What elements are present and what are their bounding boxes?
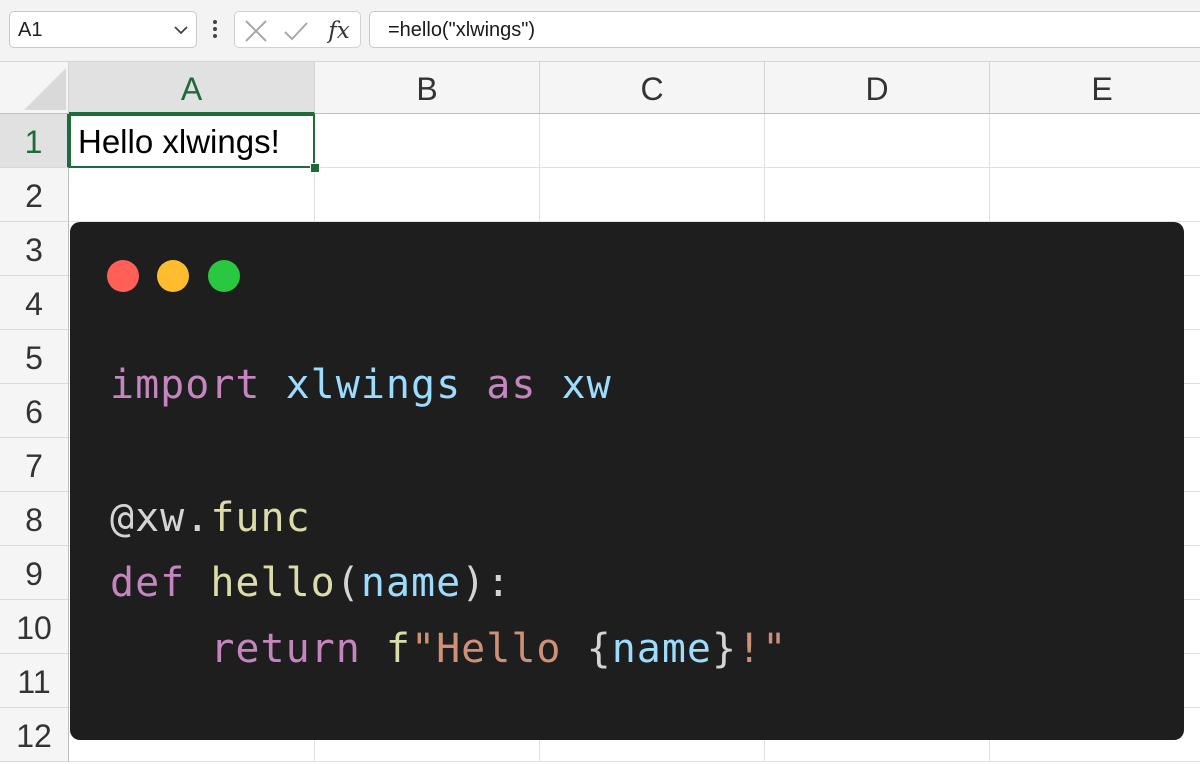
row-header-7[interactable]: 7 [0, 438, 69, 492]
code-token: import [110, 362, 261, 408]
window-close-dot [107, 260, 139, 292]
formula-value: =hello("xlwings") [388, 19, 536, 41]
formula-buttons: fx [234, 11, 361, 48]
code-token: "Hello [411, 626, 587, 672]
grid-cell[interactable] [765, 168, 990, 222]
window-maximize-dot [208, 260, 240, 292]
row-header-1[interactable]: 1 [0, 114, 69, 168]
code-token: } [712, 626, 738, 672]
column-header-b[interactable]: B [315, 62, 540, 114]
column-header-a[interactable]: A [69, 62, 315, 114]
formula-bar: A1 fx =hello("xlwings") [0, 0, 1200, 62]
more-options-icon[interactable] [206, 14, 224, 44]
grid-cell[interactable] [765, 114, 990, 168]
row-header-5[interactable]: 5 [0, 330, 69, 384]
check-icon[interactable] [283, 18, 309, 44]
code-token: func [210, 495, 311, 541]
code-line: import xlwings as xw [110, 362, 612, 408]
code-token: as [486, 362, 537, 408]
row-header-3[interactable]: 3 [0, 222, 69, 276]
cancel-icon[interactable] [243, 18, 269, 44]
window-minimize-dot [157, 260, 189, 292]
row-header-11[interactable]: 11 [0, 654, 69, 708]
code-line: def hello(name): [110, 560, 511, 606]
code-token: name [360, 560, 462, 606]
grid-cell[interactable] [69, 168, 315, 222]
code-line: return f"Hello {name}!" [110, 626, 787, 672]
code-token: ( [335, 560, 361, 606]
code-token: !" [737, 626, 788, 672]
insert-function-icon[interactable]: fx [323, 16, 355, 46]
formula-input[interactable]: =hello("xlwings") [369, 11, 1200, 48]
name-box-value: A1 [18, 19, 43, 41]
code-token: name [611, 626, 713, 672]
column-header-d[interactable]: D [765, 62, 990, 114]
code-token: f [385, 626, 412, 672]
code-token: xlwings [285, 362, 462, 408]
code-line: @xw.func [110, 495, 311, 541]
code-token: ): [461, 560, 512, 606]
code-token: return [210, 626, 361, 672]
row-header-10[interactable]: 10 [0, 600, 69, 654]
row-header-12[interactable]: 12 [0, 708, 69, 762]
grid-cell[interactable] [315, 114, 540, 168]
grid-cell[interactable] [990, 114, 1200, 168]
code-token: @xw. [110, 495, 211, 541]
row-header-2[interactable]: 2 [0, 168, 69, 222]
code-token: { [586, 626, 612, 672]
name-box[interactable]: A1 [9, 11, 197, 48]
column-header-c[interactable]: C [540, 62, 765, 114]
row-header-8[interactable]: 8 [0, 492, 69, 546]
grid-cell[interactable] [990, 168, 1200, 222]
grid-cell[interactable] [540, 114, 765, 168]
code-image[interactable]: import xlwings as xw @xw.func def hello(… [70, 222, 1184, 740]
code-token: xw [561, 362, 612, 408]
grid-cell[interactable] [315, 168, 540, 222]
fill-handle[interactable] [310, 163, 320, 173]
code-token: hello [210, 560, 336, 606]
row-header-4[interactable]: 4 [0, 276, 69, 330]
select-all-triangle [24, 68, 66, 110]
select-all-button[interactable] [0, 62, 69, 114]
code-token: def [110, 560, 186, 606]
row-header-6[interactable]: 6 [0, 384, 69, 438]
cell-a1[interactable]: Hello xlwings! [69, 114, 315, 168]
column-header-e[interactable]: E [990, 62, 1200, 114]
grid-cell[interactable] [540, 168, 765, 222]
chevron-down-icon[interactable] [172, 21, 190, 39]
row-header-9[interactable]: 9 [0, 546, 69, 600]
cell-a1-value: Hello xlwings! [78, 123, 280, 160]
